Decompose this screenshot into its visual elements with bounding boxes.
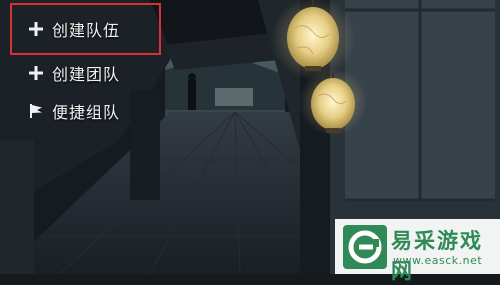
create-raid-team-label: 创建团队 (52, 65, 121, 84)
flag-icon (28, 103, 44, 119)
site-watermark: 易采游戏网 www.easck.net (335, 219, 500, 283)
site-logo-icon (343, 225, 387, 269)
create-squad-label: 创建队伍 (52, 21, 121, 40)
quick-team-up-label: 便捷组队 (52, 103, 121, 122)
team-menu: 创建队伍 创建团队 便捷组队 (0, 0, 180, 130)
watermark-url: www.easck.net (393, 254, 483, 267)
create-squad-button[interactable]: 创建队伍 (28, 17, 120, 41)
plus-icon (28, 21, 44, 37)
quick-team-up-button[interactable]: 便捷组队 (28, 99, 120, 123)
create-raid-team-button[interactable]: 创建团队 (28, 61, 120, 85)
plus-icon (28, 65, 44, 81)
